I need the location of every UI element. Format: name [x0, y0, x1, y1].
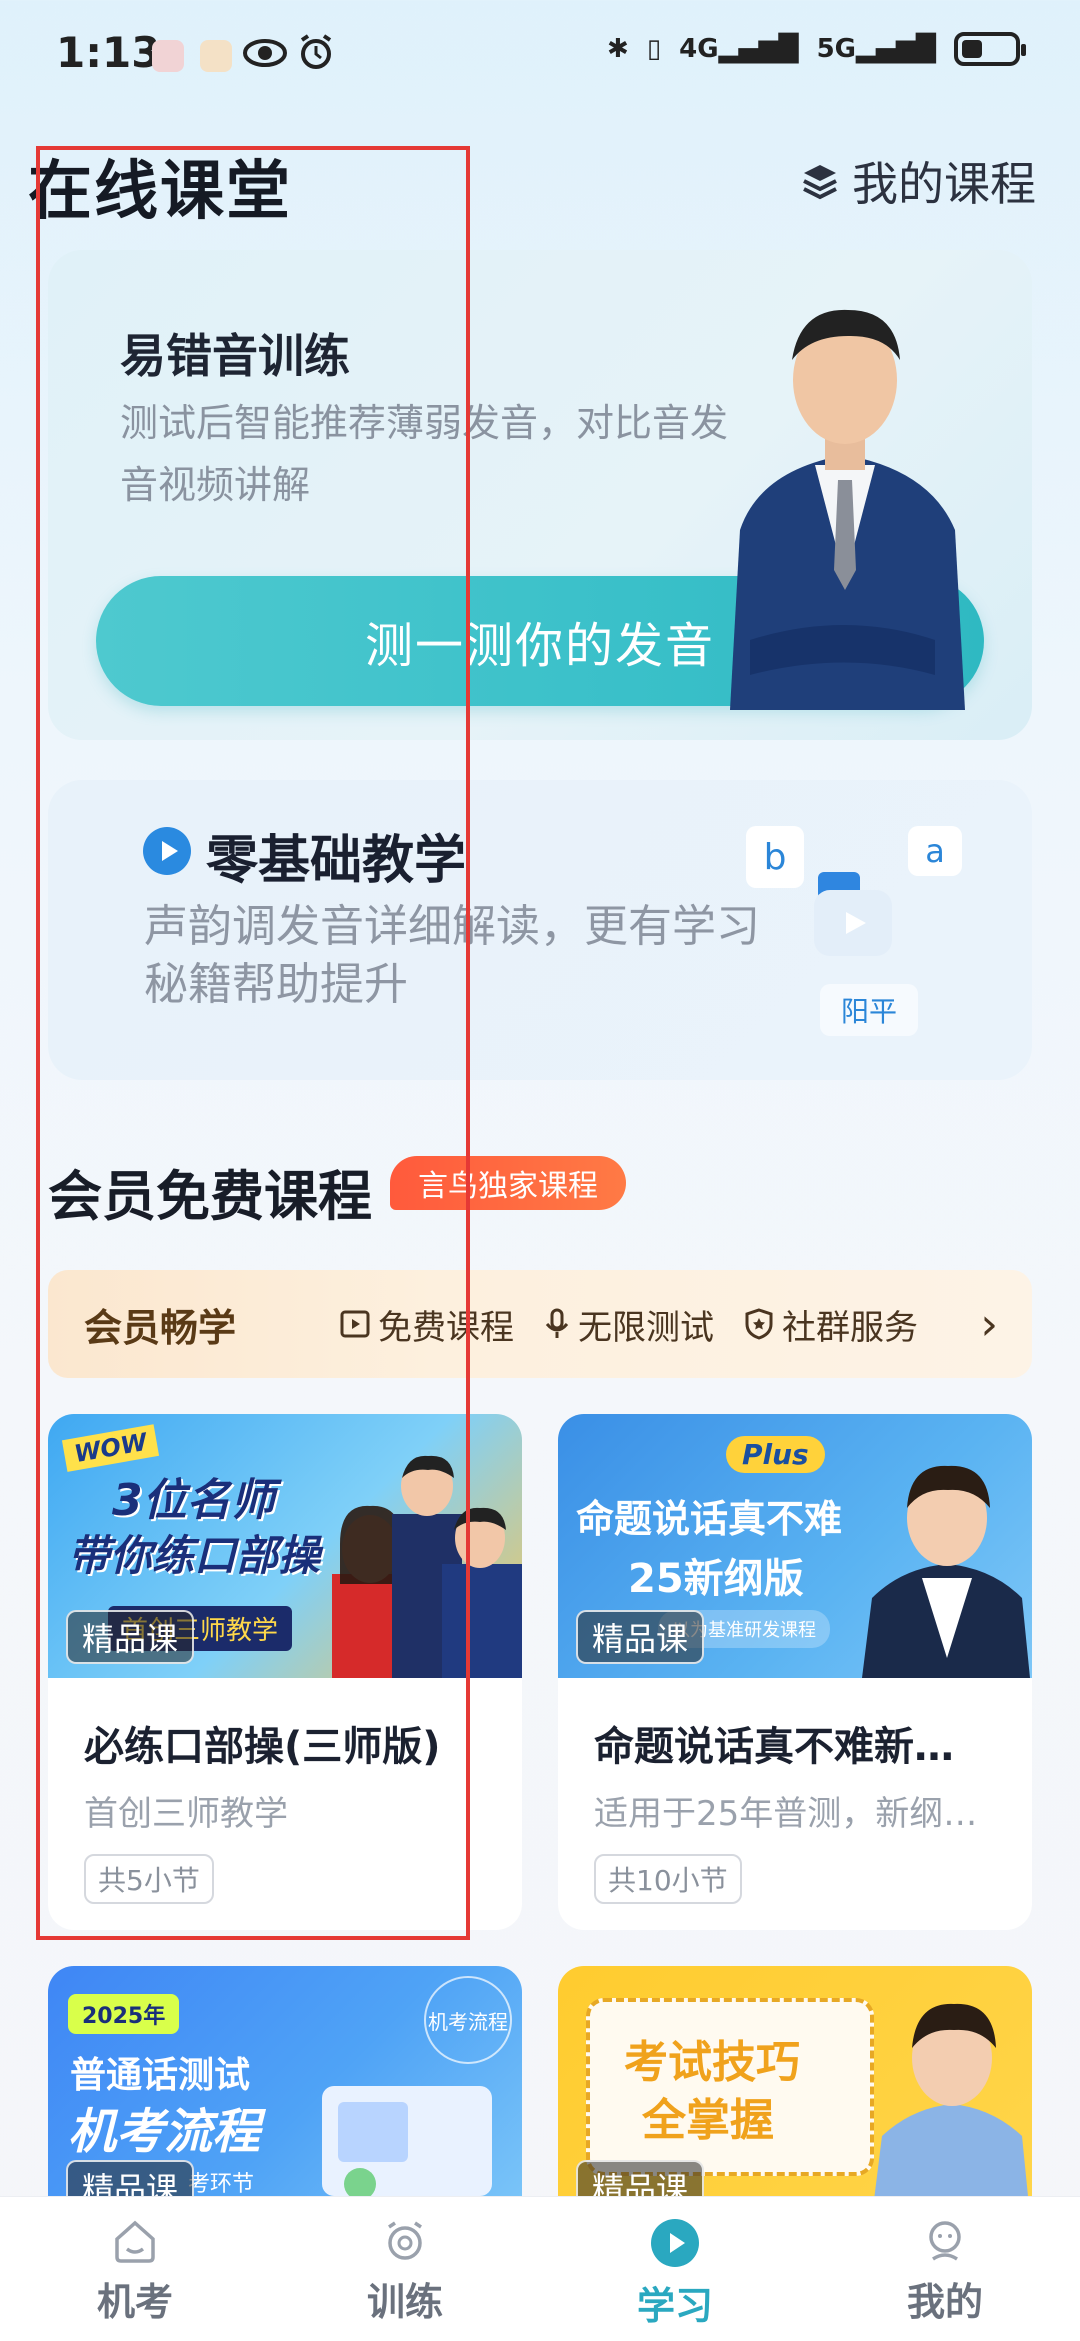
bluetooth-icon: ✱ [607, 34, 629, 64]
thumb-badge: Plus [726, 1436, 825, 1473]
nav-item-study[interactable]: 学习 [540, 2197, 810, 2341]
microphone-icon [545, 1308, 569, 1338]
letter-tile-b: b [746, 826, 804, 888]
feature-community: 社群服务 [744, 1300, 918, 1349]
signal-5g: 5G▂▄▆█ [816, 34, 936, 64]
alarm-icon [388, 2221, 422, 2260]
status-right-group: ✱ ▯ 4G▂▄▆█ 5G▂▄▆█ [607, 32, 1026, 66]
notification-app-icon [200, 40, 232, 72]
chevron-right-icon: › [980, 1298, 998, 1350]
thumb-subline: 考环节 [188, 2172, 255, 2197]
my-courses-label: 我的课程 [852, 157, 1036, 211]
feature-unlimited-tests: 无限测试 [544, 1300, 714, 1349]
thumb-headline: 普通话测试 [70, 2055, 251, 2096]
thumb-badge: 2025年 [68, 1994, 180, 2034]
thumb-headline: 考试技巧 [624, 2037, 800, 2088]
bottom-nav: 机考 训练 学习 我的 [0, 2196, 1080, 2341]
letter-tile-a: a [908, 826, 962, 876]
alarm-icon [296, 32, 336, 76]
tone-chip: 阳平 [820, 984, 918, 1036]
course-card[interactable]: 考试技巧 全掌握 精品课 [558, 1966, 1032, 2216]
status-time: 1:13 [56, 28, 161, 77]
thumb-headline: 命题说话真不难 [576, 1497, 843, 1541]
play-circle-icon [651, 2219, 699, 2267]
lesson-count: 共10小节 [594, 1854, 742, 1904]
teacher-photo [862, 1465, 1030, 1678]
laptop-illustration [322, 2086, 492, 2200]
teacher-photo [720, 280, 970, 710]
corner-seal: 机考流程 [424, 1976, 512, 2064]
nav-label: 机考 [96, 2280, 173, 2324]
course-subtitle: 适用于25年普测，新纲… [594, 1794, 978, 1834]
notification-app-icon [152, 40, 184, 72]
nav-item-exam[interactable]: 机考 [0, 2197, 270, 2341]
nav-label: 训练 [366, 2280, 443, 2324]
nav-label: 我的 [906, 2280, 983, 2324]
layers-icon [803, 165, 837, 200]
my-courses-link[interactable]: 我的课程 [800, 148, 1036, 214]
shield-icon [745, 1308, 773, 1340]
thumb-headline: 25新纲版 [628, 1556, 804, 1602]
thumb-headline: 全掌握 [642, 2095, 774, 2146]
video-play-icon [808, 870, 898, 964]
profile-icon [929, 2221, 961, 2261]
home-icon [115, 2220, 155, 2263]
battery-icon [954, 32, 1026, 66]
signal-4g: 4G▂▄▆█ [679, 34, 799, 64]
course-card[interactable]: 2025年 普通话测试 机考流程 考环节 机考流程 精品课 [48, 1966, 522, 2216]
premium-tag: 精品课 [576, 1610, 705, 1664]
highlight-annotation-box [36, 146, 470, 1940]
course-card[interactable]: Plus 命题说话真不难 25新纲版 以为基准研发课程 精品课 命题说话真不难新… [558, 1414, 1032, 1930]
eye-icon [242, 36, 288, 74]
course-title: 命题说话真不难新… [594, 1724, 954, 1770]
nav-item-training[interactable]: 训练 [270, 2197, 540, 2341]
thumb-headline: 机考流程 [68, 2104, 261, 2160]
teacher-photo [872, 2003, 1030, 2216]
nav-item-profile[interactable]: 我的 [810, 2197, 1080, 2341]
nav-label: 学习 [636, 2284, 713, 2328]
course-thumbnail: Plus 命题说话真不难 25新纲版 以为基准研发课程 精品课 [558, 1414, 1032, 1678]
vibrate-icon: ▯ [646, 34, 662, 64]
